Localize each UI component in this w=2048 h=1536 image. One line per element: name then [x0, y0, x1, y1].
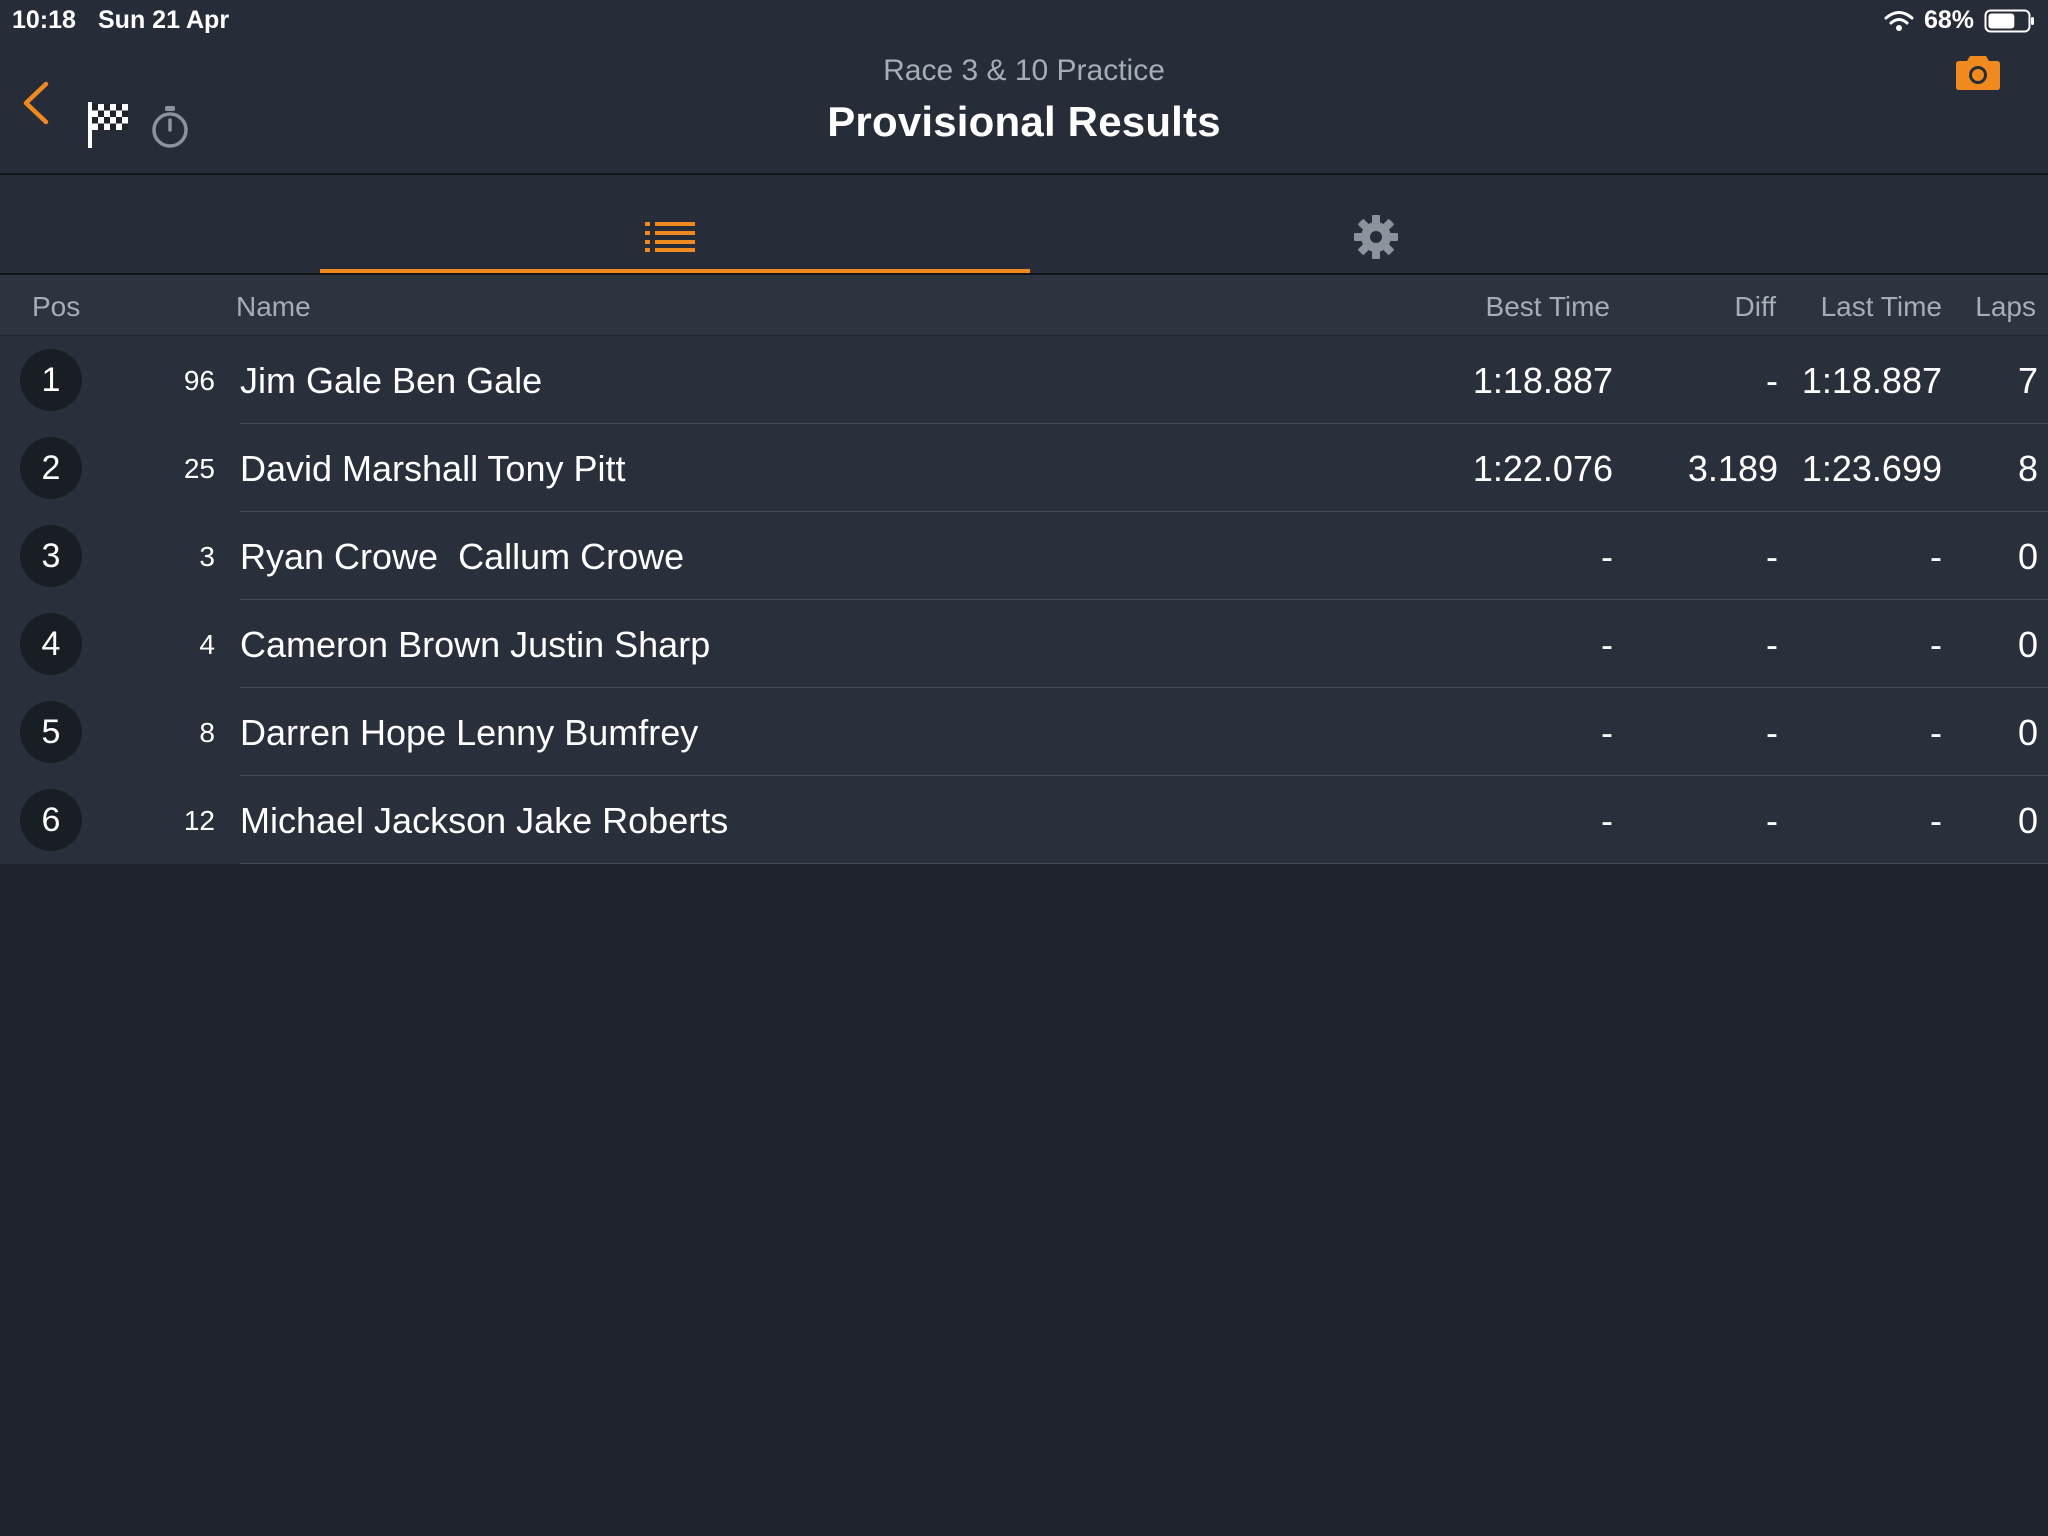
diff-time: -	[1766, 800, 1778, 841]
result-row[interactable]: 4 4 Cameron Brown Justin Sharp - - - 0	[0, 600, 2048, 688]
active-tab-indicator	[320, 269, 1030, 273]
car-number: 12	[183, 805, 215, 836]
col-laps: Laps	[1975, 291, 2036, 322]
position-badge: 6	[20, 789, 82, 851]
lap-count: 8	[2017, 448, 2038, 489]
last-time: -	[1930, 712, 1942, 753]
driver-names: Jim Gale Ben Gale	[240, 360, 543, 401]
last-time: -	[1930, 800, 1942, 841]
battery-percentage: 68%	[1923, 6, 1974, 34]
col-best-time: Best Time	[1485, 291, 1610, 322]
battery-icon	[1984, 9, 2034, 32]
results-list: 1 96 Jim Gale Ben Gale 1:18.887 - 1:18.8…	[0, 336, 2048, 864]
col-diff: Diff	[1734, 291, 1777, 322]
result-row[interactable]: 3 3 Ryan Crowe Callum Crowe - - - 0	[0, 512, 2048, 600]
best-time: 1:18.887	[1472, 360, 1613, 401]
status-date: Sun 21 Apr	[98, 6, 230, 34]
nav-header: Race 3 & 10 Practice Provisional Results	[0, 38, 2048, 175]
best-time: -	[1601, 800, 1613, 841]
col-last-time: Last Time	[1820, 291, 1942, 322]
tab-bar	[0, 175, 2048, 275]
best-time: 1:22.076	[1472, 448, 1613, 489]
lap-count: 7	[2017, 360, 2038, 401]
status-right: 68%	[1884, 6, 2036, 35]
gear-icon	[1354, 215, 1398, 259]
best-time: -	[1601, 624, 1613, 665]
car-number: 8	[199, 717, 215, 748]
last-time: 1:18.887	[1801, 360, 1942, 401]
last-time: -	[1930, 624, 1942, 665]
diff-time: -	[1766, 360, 1778, 401]
camera-icon[interactable]	[1955, 52, 2001, 92]
last-time: 1:23.699	[1801, 448, 1942, 489]
col-name: Name	[236, 291, 311, 322]
col-pos: Pos	[32, 291, 81, 322]
tab-results-list[interactable]	[320, 175, 1030, 273]
race-subtitle: Race 3 & 10 Practice	[883, 54, 1165, 87]
best-time: -	[1601, 712, 1613, 753]
driver-names: Ryan Crowe Callum Crowe	[240, 536, 685, 577]
wifi-icon	[1884, 10, 1914, 31]
position-badge: 4	[20, 613, 82, 675]
result-row[interactable]: 6 12 Michael Jackson Jake Roberts - - - …	[0, 776, 2048, 864]
status-time: 10:18	[12, 6, 76, 34]
diff-time: -	[1766, 712, 1778, 753]
driver-names: Darren Hope Lenny Bumfrey	[240, 712, 699, 753]
result-row[interactable]: 1 96 Jim Gale Ben Gale 1:18.887 - 1:18.8…	[0, 336, 2048, 424]
page-title: Provisional Results	[827, 98, 1221, 145]
driver-names: David Marshall Tony Pitt	[240, 448, 626, 489]
status-bar: 10:18 Sun 21 Apr 68%	[0, 0, 2048, 38]
tab-settings[interactable]	[1030, 175, 1730, 273]
position-badge: 1	[20, 349, 82, 411]
position-badge: 3	[20, 525, 82, 587]
driver-names: Cameron Brown Justin Sharp	[240, 624, 711, 665]
results-column-header: Pos Name Best Time Diff Last Time Laps	[0, 275, 2048, 335]
lap-count: 0	[2017, 712, 2038, 753]
car-number: 3	[199, 541, 215, 572]
driver-names: Michael Jackson Jake Roberts	[240, 800, 729, 841]
diff-time: -	[1766, 624, 1778, 665]
last-time: -	[1930, 536, 1942, 577]
list-icon	[645, 222, 695, 252]
car-number: 4	[199, 629, 215, 660]
diff-time: 3.189	[1687, 448, 1778, 489]
row-divider	[240, 863, 2048, 864]
car-number: 96	[183, 365, 215, 396]
position-badge: 2	[20, 437, 82, 499]
lap-count: 0	[2017, 800, 2038, 841]
diff-time: -	[1766, 536, 1778, 577]
result-row[interactable]: 2 25 David Marshall Tony Pitt 1:22.076 3…	[0, 424, 2048, 512]
lap-count: 0	[2017, 624, 2038, 665]
result-row[interactable]: 5 8 Darren Hope Lenny Bumfrey - - - 0	[0, 688, 2048, 776]
lap-count: 0	[2017, 536, 2038, 577]
best-time: -	[1601, 536, 1613, 577]
position-badge: 5	[20, 701, 82, 763]
car-number: 25	[183, 453, 215, 484]
